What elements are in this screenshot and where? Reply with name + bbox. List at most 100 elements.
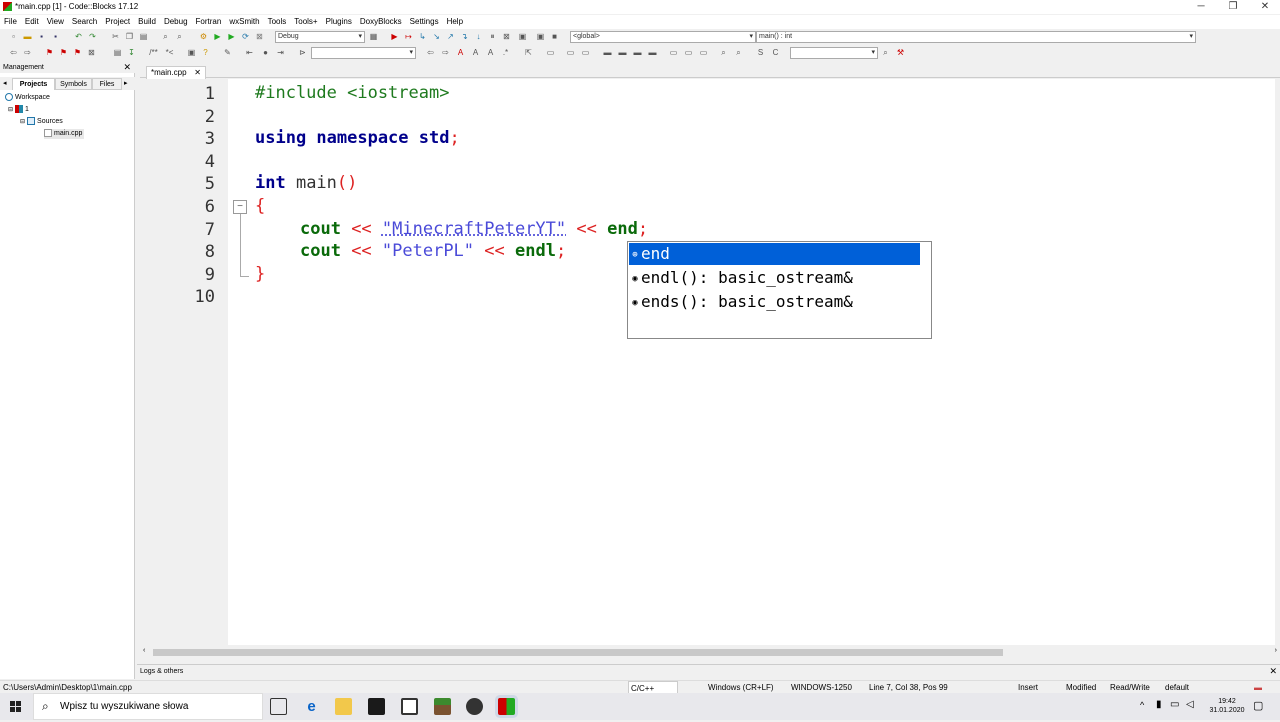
autocomplete-item[interactable]: ⊕ end xyxy=(629,243,920,265)
scroll-left-icon[interactable]: ‹ xyxy=(143,647,145,654)
menu-build[interactable]: Build xyxy=(134,15,160,29)
jump-icon[interactable]: ↧ xyxy=(126,47,137,58)
debug-start-icon[interactable]: ▶ xyxy=(389,31,400,42)
code-completion-icon[interactable]: ▤ xyxy=(112,47,123,58)
next-icon[interactable]: ⇥ xyxy=(275,47,286,58)
build-target-select[interactable]: Debug ▾ xyxy=(275,31,365,43)
tree-workspace[interactable]: Workspace xyxy=(5,93,50,103)
dot-icon[interactable]: ● xyxy=(260,47,271,58)
chevron-up-icon[interactable]: ^ xyxy=(1140,700,1144,710)
frame-icon[interactable]: ▭ xyxy=(545,47,556,58)
build-icon[interactable]: ⚙ xyxy=(198,31,209,42)
codeblocks-taskbar-icon[interactable] xyxy=(498,698,515,715)
search-combo[interactable]: ▾ xyxy=(311,47,416,59)
store-icon[interactable] xyxy=(368,698,385,715)
tab-main-cpp[interactable]: *main.cpp ✕ xyxy=(146,66,206,79)
copy-icon[interactable]: ❐ xyxy=(124,31,135,42)
regex-icon[interactable]: ⊳ xyxy=(297,47,308,58)
tree-folder[interactable]: ⊟ Sources xyxy=(20,117,63,127)
step-instruction-icon[interactable]: ↓ xyxy=(473,31,484,42)
break-icon[interactable]: ⏸ xyxy=(487,31,498,42)
rebuild-icon[interactable]: ⟳ xyxy=(240,31,251,42)
paste-icon[interactable]: ▤ xyxy=(138,31,149,42)
obs-icon[interactable] xyxy=(466,698,483,715)
s-icon[interactable]: S xyxy=(755,47,766,58)
next-line-icon[interactable]: ↳ xyxy=(417,31,428,42)
run-to-cursor-icon[interactable]: ↦ xyxy=(403,31,414,42)
taskbar-search-box[interactable]: ⌕ Wpisz tu wyszukiwane słowa xyxy=(33,693,263,720)
regex-toggle-icon[interactable]: .* xyxy=(500,47,511,58)
autocomplete-item[interactable]: ◉ endl(): basic_ostream& xyxy=(629,267,920,289)
menu-edit[interactable]: Edit xyxy=(21,15,43,29)
box1-icon[interactable]: ▭ xyxy=(668,47,679,58)
tree-file[interactable]: main.cpp xyxy=(44,129,85,139)
c-icon[interactable]: C xyxy=(770,47,781,58)
stop-debug-icon[interactable]: ⊠ xyxy=(501,31,512,42)
search-go-icon[interactable]: ⌕ xyxy=(880,47,891,58)
mail-icon[interactable] xyxy=(401,698,418,715)
doxy-extract-icon[interactable]: ▣ xyxy=(186,47,197,58)
edge-browser-icon[interactable]: e xyxy=(303,698,320,715)
find-next-icon[interactable]: ⇨ xyxy=(440,47,451,58)
network-icon[interactable]: ▭ xyxy=(1170,699,1179,710)
volume-icon[interactable]: ◁ xyxy=(1186,699,1194,710)
notifications-icon[interactable]: ▢ xyxy=(1253,699,1263,712)
open-icon[interactable]: ▬ xyxy=(22,31,33,42)
nav-back-icon[interactable]: ⇦ xyxy=(8,47,19,58)
scroll-right-icon[interactable]: › xyxy=(1275,647,1277,654)
collapse-icon[interactable]: ⊟ xyxy=(20,119,25,125)
menu-plugins[interactable]: Plugins xyxy=(322,15,356,29)
layout1-icon[interactable]: ▬ xyxy=(602,47,613,58)
tab-scroll-left-icon[interactable]: ◂ xyxy=(3,79,7,87)
next-instruction-icon[interactable]: ↴ xyxy=(459,31,470,42)
save-all-icon[interactable]: ▪ xyxy=(50,31,61,42)
menu-tools-plus[interactable]: Tools+ xyxy=(290,15,321,29)
scrollbar-thumb[interactable] xyxy=(153,649,1003,656)
menu-project[interactable]: Project xyxy=(101,15,134,29)
new-file-icon[interactable]: ▫ xyxy=(8,31,19,42)
usb-icon[interactable]: ▮ xyxy=(1156,699,1162,710)
menu-search[interactable]: Search xyxy=(68,15,101,29)
undo-icon[interactable]: ↶ xyxy=(73,31,84,42)
bookmark-prev-icon[interactable]: ⚑ xyxy=(58,47,69,58)
tab-projects[interactable]: Projects xyxy=(12,78,55,90)
bookmark-toggle-icon[interactable]: ⚑ xyxy=(44,47,55,58)
tab-files[interactable]: Files xyxy=(92,78,122,90)
start-button[interactable] xyxy=(0,693,32,720)
comment-block-icon[interactable]: /** xyxy=(148,47,159,58)
nav-forward-icon[interactable]: ⇨ xyxy=(22,47,33,58)
replace-icon[interactable]: ⌕ xyxy=(174,31,185,42)
bookmark-clear-icon[interactable]: ⊠ xyxy=(86,47,97,58)
tab-scroll-right-icon[interactable]: ▸ xyxy=(124,79,128,87)
highlight-icon[interactable]: A xyxy=(455,47,466,58)
cut-icon[interactable]: ✂ xyxy=(110,31,121,42)
whole-word-icon[interactable]: A xyxy=(485,47,496,58)
run-icon[interactable]: ▶ xyxy=(212,31,223,42)
layout3-icon[interactable]: ▬ xyxy=(632,47,643,58)
debug-info-icon[interactable]: ▣ xyxy=(535,31,546,42)
pencil-icon[interactable]: ✎ xyxy=(222,47,233,58)
menu-fortran[interactable]: Fortran xyxy=(192,15,226,29)
find-icon[interactable]: ⌕ xyxy=(160,31,171,42)
layout2-icon[interactable]: ▬ xyxy=(617,47,628,58)
box3-icon[interactable]: ▭ xyxy=(698,47,709,58)
menu-file[interactable]: File xyxy=(0,15,21,29)
autocomplete-item[interactable]: ◉ ends(): basic_ostream& xyxy=(629,291,920,313)
menu-view[interactable]: View xyxy=(43,15,68,29)
box2-icon[interactable]: ▭ xyxy=(683,47,694,58)
menu-tools[interactable]: Tools xyxy=(264,15,291,29)
panel2-icon[interactable]: ▭ xyxy=(580,47,591,58)
menu-wxsmith[interactable]: wxSmith xyxy=(225,15,263,29)
match-case-icon[interactable]: A xyxy=(470,47,481,58)
bookmark-next-icon[interactable]: ⚑ xyxy=(72,47,83,58)
panel-icon[interactable]: ▭ xyxy=(565,47,576,58)
close-icon[interactable]: ✕ xyxy=(1269,665,1277,678)
horizontal-scrollbar[interactable]: ‹ › xyxy=(140,645,1280,659)
doxy-run-icon[interactable]: ? xyxy=(200,47,211,58)
abort-icon[interactable]: ⊠ xyxy=(254,31,265,42)
menu-settings[interactable]: Settings xyxy=(406,15,443,29)
prev-icon[interactable]: ⇤ xyxy=(244,47,255,58)
debug-windows-icon[interactable]: ▣ xyxy=(517,31,528,42)
task-view-icon[interactable] xyxy=(270,698,287,715)
close-icon[interactable]: ✕ xyxy=(1248,0,1280,14)
